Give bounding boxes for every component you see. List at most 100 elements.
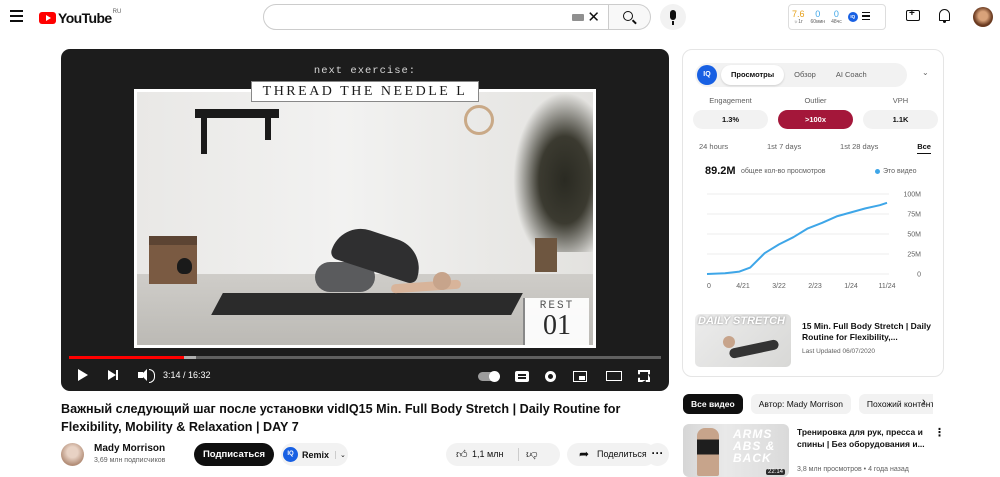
y-tick-label: 25M [907,252,921,259]
subscribe-button[interactable]: Подписаться [194,443,274,466]
person-head [433,272,451,290]
tab-overview[interactable]: Обзор [784,65,826,85]
notifications-icon[interactable] [939,9,950,23]
featured-date: Last Updated 06/07/2020 [802,348,876,355]
featured-thumbnail[interactable]: DAILY STRETCH [695,314,791,367]
total-views-label: общее кол-во просмотров [741,168,826,175]
metric-value[interactable]: 1.3% [693,110,768,129]
recommendation-thumbnail[interactable]: ARMS ABS & BACK 22:14 [683,424,789,477]
featured-title[interactable]: 15 Min. Full Body Stretch | Daily Routin… [802,321,938,343]
chip-all-videos[interactable]: Все видео [683,394,743,414]
channel-name[interactable]: Mady Morrison [94,443,165,454]
x-tick-label: 0 [707,283,711,290]
video-frame: REST 01 [134,89,596,348]
search-icon [623,11,633,21]
progress-played [69,356,185,359]
progress-buffered [184,356,197,359]
pullup-bar [195,109,279,154]
featured-video[interactable]: DAILY STRETCH 15 Min. Full Body Stretch … [695,314,939,367]
more-actions-button[interactable]: ··· [646,443,669,466]
total-views: 89.2M [705,165,736,177]
vidiq-stats-widget[interactable]: 7.6 ☼1г 0 60мин 0 48чс IQ [788,4,886,30]
range-tabs: 24 hours 1st 7 days 1st 28 days Все [699,142,931,154]
x-tick-label: 2/23 [808,283,822,290]
metrics-row: Engagement 1.3% Outlier >100x VPH 1.1K [693,96,938,129]
metric-value[interactable]: >100x [778,110,853,129]
range-all[interactable]: Все [917,142,931,154]
search-bar: ✕ [263,4,651,30]
collapse-chevron-icon[interactable]: ⌄ [922,68,929,77]
search-button[interactable] [609,4,651,30]
legend-label: Это видео [883,168,917,175]
like-count[interactable]: 1,1 млн [472,449,503,459]
autoplay-toggle[interactable] [478,371,500,382]
share-label: Поделиться [597,449,647,459]
more-vert-icon[interactable]: ⋮ [934,426,945,439]
recommendation-title[interactable]: Тренировка для рук, пресса и спины | Без… [797,427,933,450]
account-avatar[interactable] [973,7,993,27]
like-dislike-group: 👍︎ 1,1 млн 👍︎ [446,443,560,466]
top-bar: YouTube RU ✕ 7.6 ☼1г 0 60мин 0 48чс IQ [0,0,1000,34]
plant [513,92,593,252]
settings-icon[interactable] [545,371,556,382]
stat-value: 0 [833,9,839,19]
thumbnail-figure [728,338,780,360]
x-tick-label: 4/21 [736,283,750,290]
vidiq-icon[interactable]: IQ [847,12,858,22]
widget-menu-icon[interactable] [861,12,870,22]
theater-mode-icon[interactable] [606,371,622,381]
y-tick-label: 75M [907,212,921,219]
youtube-logo[interactable]: YouTube RU [39,9,121,26]
range-7-days[interactable]: 1st 7 days [767,142,801,154]
tab-ai-coach[interactable]: AI Coach [826,65,877,85]
legend-dot [875,168,880,174]
chip-by-author[interactable]: Автор: Mady Morrison [750,394,851,414]
metric-value[interactable]: 1.1K [863,110,938,129]
player-controls: 3:14 / 16:32 [61,365,669,385]
channel-row: Mady Morrison 3,69 млн подписчиков Подпи… [61,441,673,469]
create-icon[interactable] [906,8,920,21]
range-28-days[interactable]: 1st 28 days [840,142,878,154]
menu-icon[interactable] [10,10,23,22]
miniplayer-icon[interactable] [573,371,587,382]
metric-label: VPH [892,96,909,105]
tab-views[interactable]: Просмотры [721,65,785,85]
remix-button[interactable]: IQ Remix ⌄ [281,443,348,466]
metric-outlier: Outlier >100x [778,96,853,129]
subscriber-count: 3,69 млн подписчиков [94,457,166,464]
metric-engagement: Engagement 1.3% [693,96,768,129]
video-player[interactable]: next exercise: REST 01 THREAD THE NEEDLE… [61,49,669,391]
metric-vph: VPH 1.1K [863,96,938,129]
stat-label: ☼1г [793,19,803,25]
youtube-play-icon [39,12,56,24]
thumbs-down-icon[interactable]: 👍︎ [526,448,538,461]
next-exercise-label: next exercise: [313,65,417,77]
play-icon[interactable] [78,369,88,381]
progress-bar[interactable] [69,356,661,359]
volume-icon[interactable] [138,369,155,383]
stat-48h: 0 48чс [831,9,842,25]
keyboard-icon[interactable] [572,14,584,21]
search-input[interactable]: ✕ [263,4,609,30]
channel-avatar[interactable] [61,443,84,466]
share-button[interactable]: ➦ Поделиться [567,443,656,466]
vidiq-icon: IQ [283,447,298,462]
fullscreen-icon[interactable] [638,370,650,382]
divider [518,448,519,461]
video-title: Важный следующий шаг после установки vid… [61,402,621,434]
chevron-down-icon[interactable]: ⌄ [335,450,346,459]
thumbnail-text: ARMS ABS & BACK [733,427,776,465]
stat-value: 0 [815,9,821,19]
range-24h[interactable]: 24 hours [699,142,728,154]
recommendation-item[interactable]: ARMS ABS & BACK 22:14 Тренировка для рук… [683,424,945,477]
mic-icon[interactable] [660,4,686,30]
subtitles-icon[interactable] [515,371,529,382]
stat-value: 7.6 [792,9,805,19]
series-line [706,201,888,275]
next-icon[interactable] [108,370,118,380]
rest-counter: REST 01 [523,298,589,345]
vidiq-panel: IQ Просмотры Обзор AI Coach ⌄ Engagement… [682,49,944,377]
clear-icon[interactable]: ✕ [587,10,600,25]
chevron-right-icon[interactable]: › [922,396,926,408]
thumbs-up-icon[interactable]: 👍︎ [456,448,468,461]
